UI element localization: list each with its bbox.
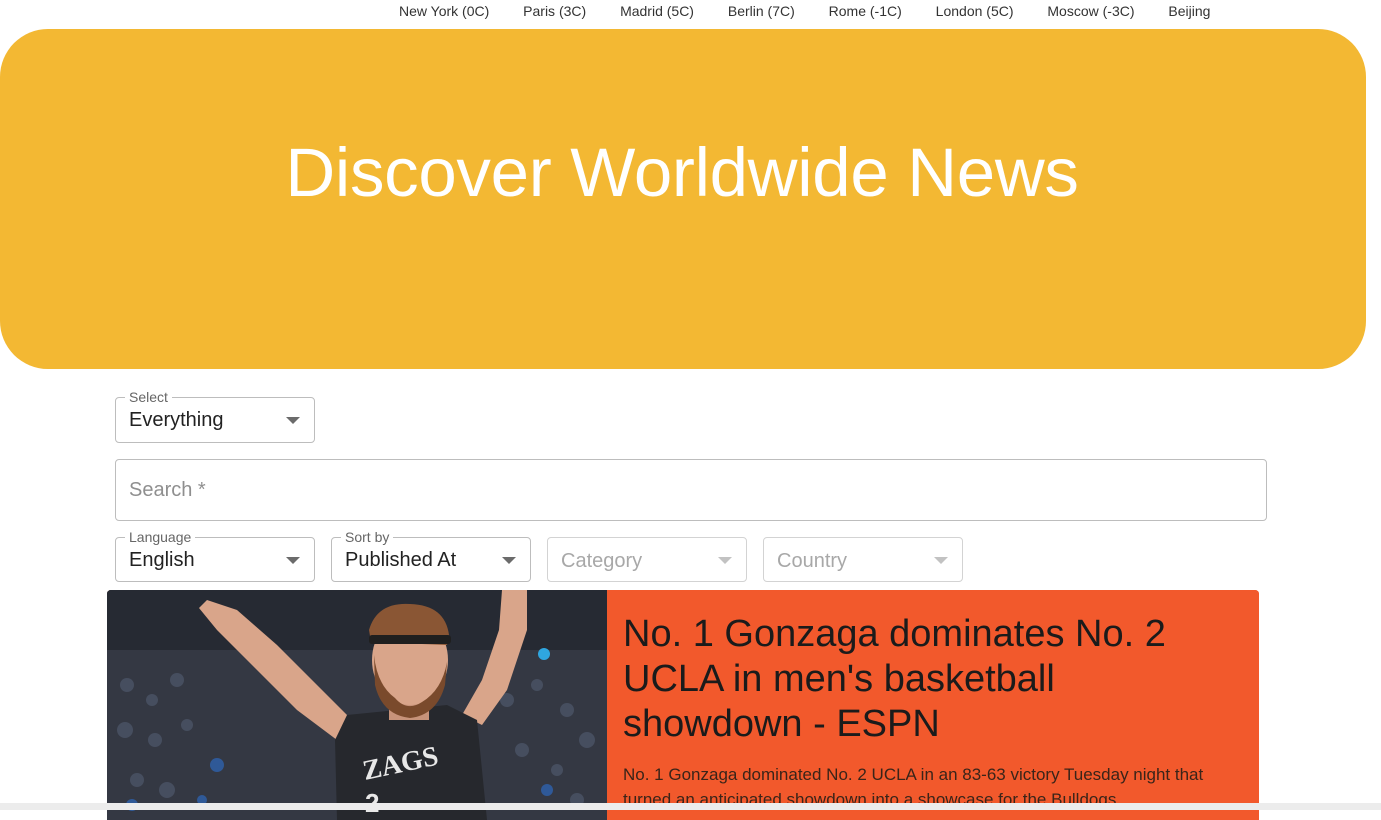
hero-banner: Discover Worldwide News (0, 29, 1366, 369)
select-value: Everything (129, 409, 224, 431)
sort-by-dropdown[interactable]: Sort by Published At (331, 530, 531, 582)
horizontal-scrollbar[interactable] (0, 803, 1381, 810)
article-image[interactable]: ZAGS 2 (107, 590, 607, 820)
basketball-player-image: ZAGS 2 (107, 590, 607, 820)
language-value: English (129, 549, 195, 571)
weather-item-new-york: New York (0C) (399, 3, 490, 19)
weather-item-rome: Rome (-1C) (828, 3, 902, 19)
sort-by-value: Published At (345, 549, 457, 571)
search-input[interactable]: Search * (115, 459, 1267, 521)
language-label: Language (125, 530, 196, 544)
language-dropdown[interactable]: Language English (115, 530, 315, 582)
weather-item-berlin: Berlin (7C) (727, 3, 795, 19)
chevron-down-icon (934, 557, 948, 564)
country-dropdown[interactable]: Country (763, 537, 963, 582)
search-placeholder: Search * (129, 479, 206, 501)
article-body: No. 1 Gonzaga dominates No. 2 UCLA in me… (607, 590, 1259, 820)
weather-item-madrid: Madrid (5C) (620, 3, 694, 19)
chevron-down-icon (286, 417, 300, 424)
weather-ticker-track: New York (0C) Paris (3C) Madrid (5C) Ber… (399, 3, 1240, 19)
chevron-down-icon (502, 557, 516, 564)
select-dropdown[interactable]: Select Everything (115, 390, 315, 443)
chevron-down-icon (718, 557, 732, 564)
weather-item-moscow: Moscow (-3C) (1047, 3, 1135, 19)
select-label: Select (125, 390, 172, 404)
article-title[interactable]: No. 1 Gonzaga dominates No. 2 UCLA in me… (623, 612, 1233, 747)
sort-by-label: Sort by (341, 530, 394, 544)
weather-item-paris: Paris (3C) (523, 3, 587, 19)
article-card[interactable]: ZAGS 2 No. 1 Gonzaga dominates No. 2 UCL… (107, 590, 1259, 820)
chevron-down-icon (286, 557, 300, 564)
category-placeholder: Category (561, 550, 643, 572)
category-dropdown[interactable]: Category (547, 537, 747, 582)
weather-ticker: New York (0C) Paris (3C) Madrid (5C) Ber… (0, 0, 1260, 24)
weather-item-beijing: Beijing (1168, 3, 1211, 19)
weather-item-london: London (5C) (935, 3, 1014, 19)
country-placeholder: Country (777, 550, 848, 572)
page-title: Discover Worldwide News (285, 133, 1079, 211)
